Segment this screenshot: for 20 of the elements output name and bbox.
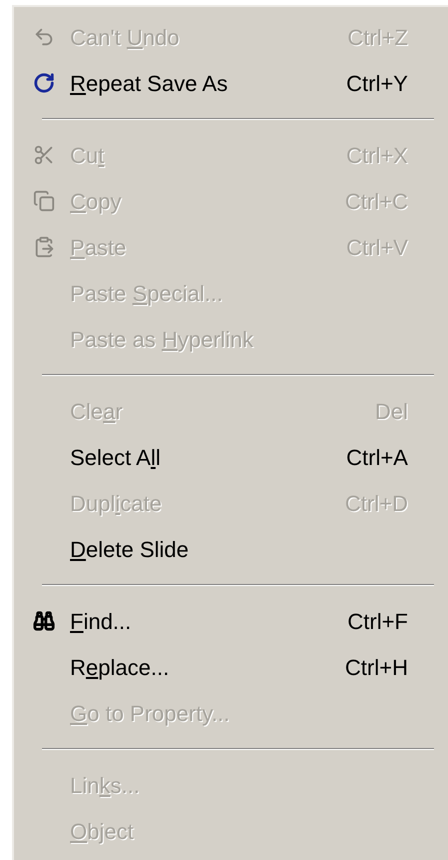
- menu-item-label: Select All: [70, 444, 160, 472]
- menu-item-label: Delete Slide: [70, 536, 189, 564]
- scissors-icon: [33, 144, 55, 166]
- shortcut-label: Ctrl+A: [346, 444, 408, 472]
- undo-icon: [33, 26, 55, 48]
- shortcut-label: Ctrl+F: [348, 608, 408, 636]
- menu-item-label: Repeat Save As: [70, 70, 228, 98]
- redo-icon: [33, 72, 55, 94]
- clipboard-icon: [33, 236, 55, 258]
- menu-item[interactable]: Repeat Save As Ctrl+Y: [14, 60, 448, 106]
- menu-item-label: Replace...: [70, 654, 170, 682]
- menu-item-label: Find...: [70, 608, 132, 636]
- copy-icon: [33, 190, 55, 212]
- menu-item[interactable]: Replace... Ctrl+H: [14, 644, 448, 690]
- menu-item[interactable]: Delete Slide: [14, 526, 448, 572]
- binoculars-icon: [33, 610, 55, 632]
- menu-item[interactable]: Select All Ctrl+A: [14, 434, 448, 480]
- shortcut-label: Ctrl+H: [345, 654, 408, 682]
- shortcut-label: Ctrl+Y: [346, 70, 408, 98]
- menu-item[interactable]: Find... Ctrl+F: [14, 598, 448, 644]
